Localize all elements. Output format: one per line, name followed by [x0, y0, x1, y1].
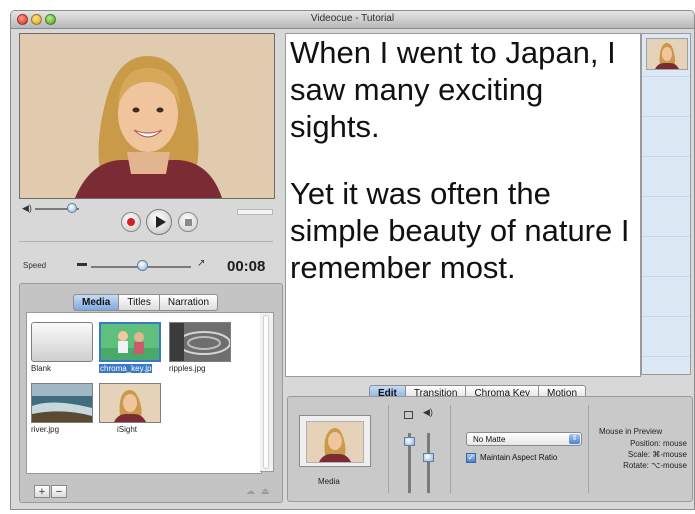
divider: [19, 241, 273, 242]
cue-row-divider: [642, 276, 690, 277]
maintain-aspect-checkbox[interactable]: ✓: [466, 453, 476, 463]
divider: [388, 405, 389, 493]
media-item-blank[interactable]: [31, 322, 93, 362]
chroma-key-thumbnail: [101, 324, 159, 360]
media-list: Blank chroma_key.jp ripples.jpg river.jp…: [26, 312, 262, 474]
media-item-river[interactable]: [31, 383, 93, 423]
title-bar: Videocue - Tutorial: [11, 11, 694, 29]
matte-select[interactable]: No Matte ⇕: [466, 432, 582, 446]
fast-speed-icon: ↗: [197, 258, 206, 269]
media-item-label: ripples.jpg: [169, 364, 206, 373]
cue-row-divider: [642, 76, 690, 77]
volume-slider-knob[interactable]: [67, 203, 77, 213]
media-item-label: iSight: [117, 425, 138, 434]
eject-icon: ⏏: [261, 486, 270, 496]
clip-volume-slider[interactable]: [427, 433, 430, 493]
play-button[interactable]: [146, 209, 172, 235]
media-well[interactable]: [299, 415, 371, 467]
mouse-position-hint: Position: mouse: [630, 439, 687, 448]
media-well-image: [307, 422, 363, 462]
cue-row-divider: [642, 196, 690, 197]
media-browser: Media Titles Narration Blank chroma_key.…: [19, 283, 283, 503]
remove-media-button[interactable]: −: [51, 485, 67, 498]
app-window: Videocue - Tutorial ◀) Speed ▬ ↗ 00:08 M…: [10, 10, 695, 510]
cue-row-divider: [642, 156, 690, 157]
clip-volume-slider-knob[interactable]: [423, 453, 434, 462]
script-paragraph: When I went to Japan, I saw many excitin…: [290, 35, 616, 144]
script-text-area[interactable]: When I went to Japan, I saw many excitin…: [285, 33, 641, 377]
media-list-scrollbar[interactable]: [260, 312, 274, 472]
ripples-thumbnail: [170, 323, 230, 361]
cue-presenter-image: [647, 39, 687, 69]
size-slider-knob[interactable]: [404, 437, 415, 446]
elapsed-time: 00:08: [227, 258, 266, 275]
playback-progress-bar: [237, 209, 273, 215]
cue-row-divider: [642, 236, 690, 237]
media-well-caption: Media: [318, 477, 340, 486]
media-item-chroma-key[interactable]: [99, 322, 161, 362]
stop-button[interactable]: [178, 212, 198, 232]
video-preview[interactable]: [19, 33, 275, 199]
speed-slider-knob[interactable]: [137, 260, 148, 271]
cue-thumbnail[interactable]: [646, 38, 688, 70]
media-tab-bar: Media Titles Narration: [73, 294, 219, 311]
river-thumbnail: [32, 384, 92, 422]
media-item-label: Blank: [31, 364, 52, 373]
window-title: Videocue - Tutorial: [310, 13, 395, 24]
media-item-ripples[interactable]: [169, 322, 231, 362]
script-paragraph: Yet it was often the simple beauty of na…: [290, 176, 630, 285]
tab-narration[interactable]: Narration: [159, 294, 219, 311]
transport-controls: ◀): [19, 199, 273, 235]
maintain-aspect-label: Maintain Aspect Ratio: [480, 453, 558, 462]
speed-control: Speed ▬ ↗ 00:08: [19, 255, 273, 277]
media-item-label: chroma_key.jp: [99, 364, 153, 373]
slow-speed-icon: ▬: [77, 258, 87, 269]
add-media-button[interactable]: +: [34, 485, 50, 498]
tab-media[interactable]: Media: [73, 294, 120, 311]
cue-row-divider: [642, 356, 690, 357]
mouse-scale-hint: Scale: ⌘-mouse: [627, 450, 687, 459]
tab-titles[interactable]: Titles: [119, 294, 160, 311]
speed-label: Speed: [23, 261, 47, 270]
media-item-label: river.jpg: [31, 425, 60, 434]
volume-icon: ◀): [423, 407, 433, 417]
size-icon: [404, 411, 413, 419]
cue-strip: [641, 33, 691, 375]
divider: [450, 405, 451, 493]
volume-icon: ◀): [22, 203, 32, 213]
record-button[interactable]: [121, 212, 141, 232]
matte-select-value: No Matte: [473, 435, 506, 444]
divider: [588, 405, 589, 493]
edit-panel: Media ◀) No Matte ⇕ ✓ Maintain Aspect Ra…: [287, 396, 693, 502]
isight-thumbnail: [100, 384, 160, 422]
media-item-isight[interactable]: [99, 383, 161, 423]
cue-row-divider: [642, 316, 690, 317]
mouse-rotate-hint: Rotate: ⌥-mouse: [623, 461, 687, 470]
mouse-preview-title: Mouse in Preview: [599, 427, 663, 436]
cloud-icon: ☁: [246, 486, 255, 496]
presenter-image: [20, 34, 274, 198]
chevron-updown-icon: ⇕: [569, 434, 580, 444]
cue-row-divider: [642, 116, 690, 117]
